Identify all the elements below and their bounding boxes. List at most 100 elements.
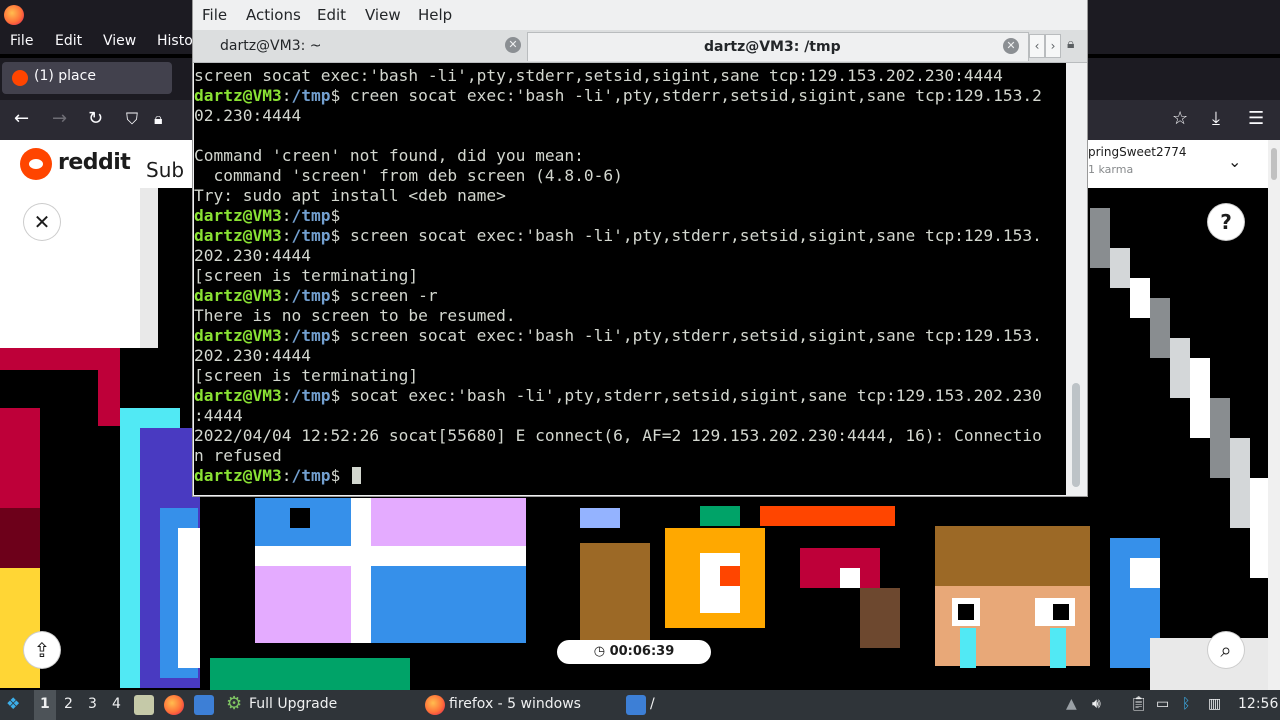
workspace-3[interactable]: 3 [88, 696, 97, 712]
battery-icon[interactable]: ▥ [1208, 696, 1221, 712]
firefox-menu-file[interactable]: File [10, 33, 33, 49]
firefox-launcher-icon[interactable] [164, 695, 184, 715]
help-icon[interactable]: ? [1208, 204, 1244, 240]
close-tab-icon[interactable]: ✕ [1003, 38, 1019, 54]
back-icon[interactable]: ← [14, 108, 29, 130]
prompt-user: dartz@VM3 [194, 326, 282, 345]
username[interactable]: pringSweet2774 [1088, 145, 1187, 159]
prompt-separator: : [281, 226, 292, 245]
reddit-wordmark[interactable]: reddit [58, 150, 131, 175]
terminal-line: dartz@VM3:/tmp$ screen socat exec:'bash … [194, 226, 1042, 246]
task-full-upgrade[interactable]: Full Upgrade [249, 696, 337, 712]
firefox-menu-edit[interactable]: Edit [55, 33, 82, 49]
terminal-tabbar: dartz@VM3: ~ ✕ dartz@VM3: /tmp ✕ ‹ › 🔒︎ [193, 30, 1087, 63]
command-text: screen socat exec:'bash -li',pty,stderr,… [349, 226, 1042, 245]
file-manager-launcher-icon[interactable] [134, 695, 154, 715]
terminal-menu-help[interactable]: Help [418, 6, 452, 24]
app-menu-icon[interactable]: ❖ [6, 694, 20, 713]
close-icon[interactable]: ✕ [24, 204, 60, 240]
terminal-line: :4444 [194, 406, 1042, 426]
prompt-user: dartz@VM3 [194, 226, 282, 245]
terminal-line: dartz@VM3:/tmp$ [194, 206, 1042, 226]
workspace-1[interactable]: 1 [40, 696, 50, 712]
firefox-menu-history[interactable]: Histo [157, 33, 193, 49]
terminal-line: command 'screen' from deb screen (4.8.0-… [194, 166, 1042, 186]
prompt-end: $ [330, 86, 350, 105]
prompt-user: dartz@VM3 [194, 286, 282, 305]
share-icon[interactable]: ⇪ [24, 632, 60, 668]
prompt-user: dartz@VM3 [194, 386, 282, 405]
prompt-end: $ [330, 206, 350, 225]
reload-icon[interactable]: ↻ [88, 108, 103, 130]
clock[interactable]: 12:56 [1238, 696, 1278, 712]
reddit-logo-icon[interactable] [20, 148, 52, 180]
firefox-scrollbar[interactable] [1268, 140, 1280, 690]
subreddit-label: Sub [146, 158, 185, 182]
terminal-menu-view[interactable]: View [365, 6, 401, 24]
terminal-menu-file[interactable]: File [202, 6, 227, 24]
tray-arrow-icon[interactable]: ▲ [1066, 696, 1077, 712]
forward-icon[interactable]: → [52, 108, 67, 130]
search-icon[interactable]: ⌕ [1208, 632, 1244, 668]
firefox-icon [4, 5, 24, 25]
terminal-line: dartz@VM3:/tmp$ screen socat exec:'bash … [194, 326, 1042, 346]
close-tab-icon[interactable]: ✕ [505, 37, 521, 53]
tab-scroll-right-icon[interactable]: › [1045, 34, 1061, 58]
prompt-dir: /tmp [291, 386, 331, 405]
prompt-dir: /tmp [291, 86, 331, 105]
output-text: :4444 [194, 406, 243, 425]
workspace-2[interactable]: 2 [64, 696, 73, 712]
prompt-separator: : [281, 86, 292, 105]
workspace-4[interactable]: 4 [112, 696, 121, 712]
terminal-tab-tmp[interactable]: dartz@VM3: /tmp ✕ [527, 32, 1029, 61]
terminal-window: File Actions Edit View Help dartz@VM3: ~… [193, 0, 1087, 496]
terminal-menu-edit[interactable]: Edit [317, 6, 346, 24]
text-cursor [351, 467, 361, 484]
output-text: Command 'creen' not found, did you mean: [194, 146, 584, 165]
firefox-tab-label: (1) place [34, 68, 96, 84]
network-icon[interactable]: ▭ [1156, 696, 1169, 712]
terminal-tab-home[interactable]: dartz@VM3: ~ ✕ [195, 32, 525, 60]
prompt-dir: /tmp [291, 206, 331, 225]
terminal-line: dartz@VM3:/tmp$ [194, 466, 1042, 486]
folder-launcher-icon[interactable] [194, 695, 214, 715]
terminal-line: Command 'creen' not found, did you mean: [194, 146, 1042, 166]
chevron-down-icon[interactable]: ⌄ [1228, 152, 1241, 171]
firefox-icon [425, 695, 445, 715]
prompt-separator: : [281, 206, 292, 225]
output-text: 2022/04/04 12:52:26 socat[55680] E conne… [194, 426, 1042, 445]
task-folder-root[interactable]: / [650, 696, 655, 712]
download-icon[interactable]: ⤓ [1212, 108, 1220, 130]
firefox-tab-place[interactable]: (1) place [2, 62, 172, 94]
prompt-end: $ [330, 386, 350, 405]
output-text: [screen is terminating] [194, 366, 419, 385]
terminal-output[interactable]: screen socat exec:'bash -li',pty,stderr,… [194, 63, 1066, 495]
firefox-scroll-thumb[interactable] [1271, 148, 1277, 180]
prompt-dir: /tmp [291, 226, 331, 245]
output-text: n refused [194, 446, 282, 465]
hamburger-menu-icon[interactable]: ☰ [1248, 108, 1264, 130]
output-text: 202.230:4444 [194, 246, 311, 265]
bluetooth-icon[interactable]: ᛒ [1182, 696, 1190, 712]
task-firefox[interactable]: firefox - 5 windows [449, 696, 581, 712]
command-text: screen -r [349, 286, 438, 305]
terminal-scroll-thumb[interactable] [1072, 383, 1080, 487]
bookmark-star-icon[interactable]: ☆ [1172, 108, 1188, 130]
prompt-user: dartz@VM3 [194, 206, 282, 225]
output-text: command 'screen' from deb screen (4.8.0-… [194, 166, 623, 185]
terminal-line: 2022/04/04 12:52:26 socat[55680] E conne… [194, 426, 1042, 446]
prompt-dir: /tmp [291, 286, 331, 305]
firefox-menu-view[interactable]: View [103, 33, 136, 49]
volume-icon[interactable]: 🔊︎ [1092, 696, 1101, 712]
command-text: socat exec:'bash -li',pty,stderr,setsid,… [349, 386, 1042, 405]
prompt-dir: /tmp [291, 466, 331, 485]
tab-scroll-left-icon[interactable]: ‹ [1029, 34, 1045, 58]
lock-icon[interactable]: 🔒︎ [154, 108, 163, 130]
clipboard-icon[interactable]: 📋︎ [1130, 696, 1148, 712]
terminal-menu-actions[interactable]: Actions [246, 6, 301, 24]
terminal-line: There is no screen to be resumed. [194, 306, 1042, 326]
output-text: There is no screen to be resumed. [194, 306, 516, 325]
shield-icon[interactable]: ⛉ [126, 108, 138, 130]
terminal-scrollbar[interactable] [1067, 63, 1087, 495]
